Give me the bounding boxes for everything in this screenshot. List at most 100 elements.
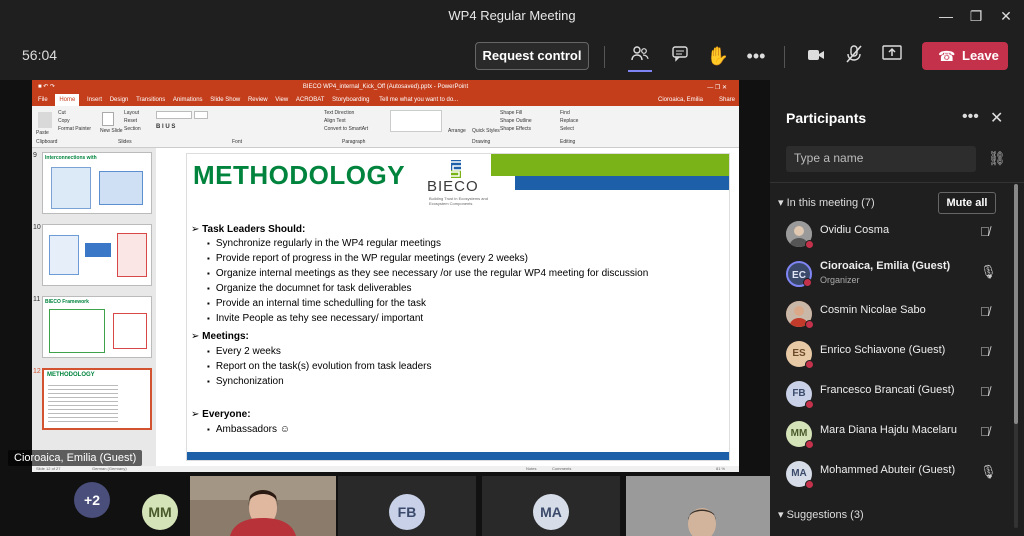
suggestions-header[interactable]: ▾ Suggestions (3) <box>778 508 864 521</box>
menu-file[interactable]: File <box>38 94 48 106</box>
quick-styles-button[interactable]: Quick Styles <box>472 128 500 134</box>
shape-fill-button[interactable]: Shape Fill <box>500 110 522 116</box>
thumb-diagram <box>99 171 143 205</box>
ppt-window-controls[interactable]: — ❐ ✕ <box>707 84 727 91</box>
comments-button[interactable]: Comments <box>552 466 571 471</box>
group-drawing: Drawing <box>472 139 491 145</box>
mute-all-button[interactable]: Mute all <box>938 192 996 214</box>
more-actions-icon[interactable]: ••• <box>744 44 768 68</box>
logo-subtitle: Building Trust in Ecosystems and Ecosyst… <box>429 196 488 206</box>
menu-insert[interactable]: Insert <box>87 94 102 106</box>
share-screen-icon[interactable] <box>880 44 904 68</box>
leave-button[interactable]: ☎ Leave <box>922 42 1008 70</box>
overflow-count: +2 <box>74 482 110 518</box>
search-input[interactable]: Type a name <box>786 146 976 172</box>
select-button[interactable]: Select <box>560 126 574 132</box>
participant-row[interactable]: Cosmin Nicolae Sabo 🎙̸ <box>770 296 1024 336</box>
mic-muted-icon: 🎙̸ <box>980 384 990 399</box>
close-window-button[interactable]: ✕ <box>996 6 1016 26</box>
menu-review[interactable]: Review <box>248 94 268 106</box>
menu-acrobat[interactable]: ACROBAT <box>296 94 325 106</box>
participant-row[interactable]: ES Enrico Schiavone (Guest) 🎙̸ <box>770 336 1024 376</box>
layout-button[interactable]: Layout <box>124 110 139 116</box>
ppt-share[interactable]: Share <box>719 94 735 106</box>
font-name-box[interactable] <box>156 111 192 119</box>
bullet: Provide report of progress in the WP reg… <box>207 253 528 264</box>
menu-home[interactable]: Home <box>55 94 80 106</box>
arrange-button[interactable]: Arrange <box>448 128 466 134</box>
participant-tile[interactable]: MM <box>138 476 184 536</box>
close-panel-icon[interactable]: ✕ <box>990 108 1003 128</box>
restore-button[interactable]: ❐ <box>966 6 986 26</box>
menu-storyboarding[interactable]: Storyboarding <box>332 94 369 106</box>
scrollbar-thumb[interactable] <box>1014 184 1018 424</box>
participant-tile[interactable]: MA <box>482 476 620 536</box>
participant-video-tile[interactable] <box>190 476 336 536</box>
copy-button[interactable]: Copy <box>58 118 70 124</box>
participant-tile[interactable]: FB <box>338 476 476 536</box>
participant-row[interactable]: Ovidiu Cosma 🎙̸ <box>770 216 1024 256</box>
menu-slideshow[interactable]: Slide Show <box>210 94 240 106</box>
more-options-icon[interactable]: ••• <box>962 108 979 126</box>
paste-icon[interactable] <box>38 112 52 128</box>
text-direction-button[interactable]: Text Direction <box>324 110 354 116</box>
shape-effects-button[interactable]: Shape Effects <box>500 126 531 132</box>
menu-transitions[interactable]: Transitions <box>136 94 165 106</box>
participant-row[interactable]: EC Cioroaica, Emilia (Guest) Organizer 🎙 <box>770 256 1024 296</box>
section-button[interactable]: Section <box>124 126 141 132</box>
language: German (Germany) <box>92 466 127 471</box>
shapes-gallery[interactable] <box>390 110 442 132</box>
mic-muted-icon: 🎙̸ <box>980 424 990 439</box>
slide-thumbnail-12[interactable]: METHODOLOGY <box>42 368 152 430</box>
slide-thumbnail-10[interactable] <box>42 224 152 286</box>
font-size-box[interactable] <box>194 111 208 119</box>
avatar: EC <box>786 261 812 287</box>
thumb-diagram <box>113 313 147 349</box>
panel-scrollbar[interactable] <box>1014 184 1018 528</box>
slide-thumbnail-9[interactable]: Interconnections with <box>42 152 152 214</box>
slide-heading: METHODOLOGY <box>193 160 406 190</box>
thumb-title: METHODOLOGY <box>47 372 95 378</box>
align-text-button[interactable]: Align Text <box>324 118 346 124</box>
format-painter-button[interactable]: Format Painter <box>58 126 91 132</box>
cut-button[interactable]: Cut <box>58 110 66 116</box>
bullet: Report on the task(s) evolution from tas… <box>207 361 432 372</box>
thumb-diagram <box>49 309 105 353</box>
tell-me-box[interactable]: Tell me what you want to do... <box>379 94 458 106</box>
reset-button[interactable]: Reset <box>124 118 137 124</box>
participants-icon[interactable] <box>628 44 652 72</box>
menu-view[interactable]: View <box>275 94 288 106</box>
overflow-tile[interactable]: +2 <box>44 476 136 536</box>
in-meeting-header[interactable]: ▾ In this meeting (7) <box>778 196 875 209</box>
shape-outline-button[interactable]: Shape Outline <box>500 118 532 124</box>
smartart-button[interactable]: Convert to SmartArt <box>324 126 368 132</box>
camera-icon[interactable] <box>804 44 828 68</box>
thumb-number: 11 <box>33 296 41 303</box>
status-dot <box>805 360 814 369</box>
new-slide-icon[interactable] <box>102 112 114 126</box>
slide-thumbnail-11[interactable]: BIECO Framework <box>42 296 152 358</box>
ppt-ribbon: Paste Cut Copy Format Painter New Slide … <box>32 106 739 148</box>
replace-button[interactable]: Replace <box>560 118 578 124</box>
menu-animations[interactable]: Animations <box>173 94 203 106</box>
raise-hand-icon[interactable]: ✋ <box>706 44 730 68</box>
participant-video-tile[interactable] <box>626 476 770 536</box>
thumb-diagram <box>51 167 91 209</box>
minimize-button[interactable]: — <box>936 6 956 26</box>
participant-row[interactable]: FB Francesco Brancati (Guest) 🎙̸ <box>770 376 1024 416</box>
participant-row[interactable]: MA Mohammed Abuteir (Guest) 🎙 <box>770 456 1024 496</box>
find-button[interactable]: Find <box>560 110 570 116</box>
mic-muted-icon[interactable] <box>842 44 866 68</box>
copy-link-icon[interactable]: ⛓ <box>988 150 1006 167</box>
thumb-diagram <box>85 243 111 257</box>
participant-row[interactable]: MM Mara Diana Hajdu Macelaru 🎙̸ <box>770 416 1024 456</box>
menu-design[interactable]: Design <box>110 94 129 106</box>
chat-icon[interactable] <box>668 44 692 68</box>
status-dot <box>805 440 814 449</box>
font-format-icons[interactable]: B I U S <box>156 124 175 130</box>
thumb-title: Interconnections with <box>45 155 97 161</box>
request-control-button[interactable]: Request control <box>475 42 589 70</box>
notes-button[interactable]: Notes <box>526 466 536 471</box>
participant-name: Cosmin Nicolae Sabo <box>820 304 926 316</box>
thumb-number: 10 <box>33 224 41 231</box>
